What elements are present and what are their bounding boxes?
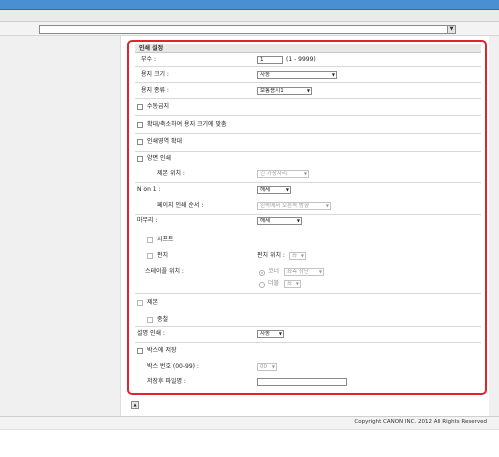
saddle-label: 중철: [157, 316, 169, 323]
chevron-down-icon: ▼: [300, 253, 304, 258]
saddle-checkbox[interactable]: [147, 317, 153, 323]
manual-feed-checkbox[interactable]: [137, 104, 143, 110]
box-number-value: 00: [260, 364, 267, 370]
sort-label: 시프트: [157, 236, 174, 243]
paper-type-label: 용지 종류 :: [141, 87, 169, 94]
chevron-down-icon: ▼: [318, 269, 322, 274]
chevron-down-icon: ▼: [278, 331, 282, 336]
left-pane: [0, 36, 121, 416]
staple-corner-value: 좌측 상단: [287, 269, 309, 275]
duplex-label: 양면 인쇄: [147, 155, 171, 162]
staple-double-label: 더블: [268, 280, 280, 287]
binding-position-select[interactable]: 긴 가장자리 ▼: [257, 170, 309, 178]
paper-type-value: 보통용지1: [260, 88, 284, 94]
header-stripe: [0, 10, 499, 22]
fit-to-paper-label: 확대/축소하여 용지 크기에 맞춤: [147, 121, 227, 128]
chevron-down-icon: ▼: [306, 88, 310, 93]
right-pane: [489, 36, 499, 416]
paper-type-select[interactable]: 보통용지1 ▼: [257, 87, 312, 95]
n-on-1-value: 해제: [260, 187, 271, 193]
page-layout-order-select[interactable]: 왼쪽에서 오른쪽 방향 ▼: [257, 202, 331, 210]
binding-position-label: 제본 위치 :: [157, 170, 185, 177]
punch-position-value: 좌: [292, 253, 298, 259]
file-name-input[interactable]: [257, 378, 347, 386]
window-top-bar: [0, 0, 499, 10]
box-number-select[interactable]: 00 ▼: [257, 363, 277, 371]
divider: [135, 115, 481, 116]
chevron-down-icon: ▼: [271, 364, 275, 369]
divider: [135, 151, 481, 152]
chevron-down-icon: ▼: [331, 72, 335, 77]
staple-corner-radio[interactable]: [259, 270, 265, 276]
paper-size-select[interactable]: 자동 ▼: [257, 71, 337, 79]
staple-double-radio[interactable]: [259, 282, 265, 288]
punch-position-select[interactable]: 좌 ▼: [289, 252, 306, 260]
chevron-down-icon: ▼: [325, 203, 329, 208]
divider: [135, 98, 481, 99]
booklet-checkbox[interactable]: [137, 300, 143, 306]
file-name-label: 저장후 파일명 :: [147, 378, 186, 385]
punch-label: 펀치: [157, 252, 169, 259]
enlarge-print-area-checkbox[interactable]: [137, 139, 143, 145]
copies-label: 부수 :: [141, 56, 156, 63]
fit-to-paper-checkbox[interactable]: [137, 122, 143, 128]
print-settings-panel: 인쇄 설정 부수 : 1 (1 - 9999) 용지 크기 : 자동 ▼ 용지 종…: [127, 40, 487, 395]
staple-double-select[interactable]: 좌 ▼: [284, 280, 301, 288]
chevron-down-icon: ▼: [296, 218, 300, 223]
up-arrow-icon[interactable]: ▲: [131, 401, 139, 409]
paper-size-value: 자동: [260, 72, 271, 78]
divider: [135, 326, 481, 327]
finishing-value: 해제: [260, 218, 271, 224]
chevron-down-icon: ▼: [295, 281, 299, 286]
box-number-label: 박스 번호 (00-99) :: [147, 363, 199, 370]
n-on-1-select[interactable]: 해제 ▼: [257, 186, 291, 194]
finishing-label: 마무리 :: [137, 217, 158, 224]
manual-feed-label: 수동급지: [147, 103, 170, 110]
chevron-down-icon: ▼: [303, 171, 307, 176]
punch-checkbox[interactable]: [147, 253, 153, 259]
chevron-down-icon[interactable]: ▼: [447, 26, 455, 33]
punch-position-label: 펀치 위치 :: [257, 252, 285, 259]
page-layout-order-value: 왼쪽에서 오른쪽 방향: [260, 203, 310, 209]
divider: [135, 133, 481, 134]
enlarge-print-area-label: 인쇄영역 확대: [147, 138, 183, 145]
page-layout-order-label: 페이지 인쇄 순서 :: [157, 202, 204, 209]
collate-select[interactable]: 자동 ▼: [257, 330, 284, 338]
staple-corner-label: 코너: [268, 268, 280, 275]
divider: [135, 182, 481, 183]
staple-position-label: 스테이플 위치 :: [145, 268, 184, 275]
divider: [135, 214, 481, 215]
bottom-area: [0, 429, 499, 457]
copyright-text: Copyright CANON INC. 2012 All Rights Res…: [354, 419, 487, 425]
chevron-down-icon: ▼: [285, 187, 289, 192]
collate-value: 자동: [260, 331, 271, 337]
binding-position-value: 긴 가장자리: [260, 171, 288, 177]
collate-label: 설명 인쇄 :: [137, 330, 165, 337]
divider: [135, 342, 481, 343]
sort-checkbox[interactable]: [147, 237, 153, 243]
staple-double-value: 좌: [287, 281, 293, 287]
duplex-checkbox[interactable]: [137, 156, 143, 162]
booklet-label: 제본: [147, 299, 159, 306]
divider: [135, 293, 481, 294]
store-to-box-label: 박스에 저장: [147, 347, 177, 354]
copies-input[interactable]: 1: [257, 56, 283, 64]
finishing-select[interactable]: 해제 ▼: [257, 217, 302, 225]
panel-title: 인쇄 설정: [135, 44, 481, 53]
n-on-1-label: N on 1 :: [137, 186, 161, 193]
divider: [135, 82, 481, 83]
url-select[interactable]: ▼: [39, 25, 456, 34]
paper-size-label: 용지 크기 :: [141, 71, 169, 78]
store-to-box-checkbox[interactable]: [137, 348, 143, 354]
copies-range: (1 - 9999): [286, 56, 316, 63]
divider: [135, 66, 481, 67]
staple-corner-select[interactable]: 좌측 상단 ▼: [284, 268, 324, 276]
